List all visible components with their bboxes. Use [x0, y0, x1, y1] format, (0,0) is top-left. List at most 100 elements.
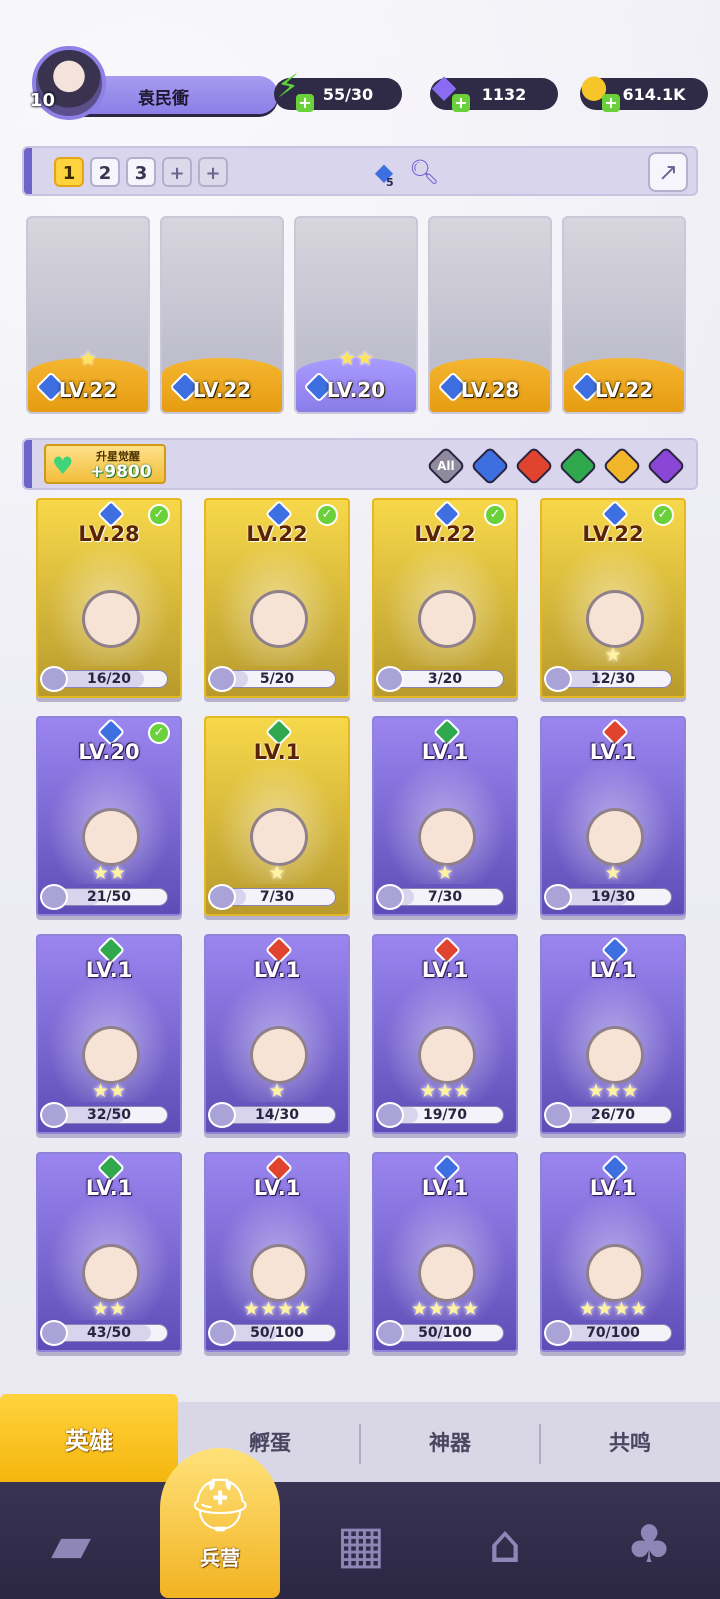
nav-barracks-label: 兵营	[200, 1546, 240, 1570]
tab-heroes[interactable]: 英雄	[0, 1394, 178, 1482]
tab-resonance[interactable]: 共鸣	[540, 1402, 720, 1482]
team-add-button[interactable]: +	[162, 157, 192, 187]
hero-card[interactable]: ✓ LV.22 5/20	[204, 498, 350, 698]
star-rating: ★★★	[587, 1080, 639, 1102]
hero-card[interactable]: LV.1 ★★★ 26/70	[540, 934, 686, 1134]
nav-barracks[interactable]: ⛑ 兵营	[160, 1448, 280, 1598]
nav-shop[interactable]: ♣	[604, 1500, 694, 1590]
player-profile[interactable]: 袁民衝 10	[26, 46, 278, 120]
hero-card[interactable]: ✓ LV.20 ★★ 21/50	[36, 716, 182, 916]
energy-counter[interactable]: ⚡ + 55/30	[274, 67, 402, 112]
hero-card[interactable]: LV.1 ★ 7/30	[372, 716, 518, 916]
star-rating: ★★★★	[578, 1298, 648, 1320]
hero-shard-icon	[544, 884, 572, 910]
awaken-value: +9800	[90, 462, 152, 482]
hero-level: LV.22	[58, 378, 118, 402]
hero-level: LV.22	[594, 378, 654, 402]
hero-shard-icon	[376, 1320, 404, 1346]
hero-portrait	[172, 228, 272, 364]
nav-map[interactable]: ▦	[316, 1500, 406, 1590]
shard-count: 7/30	[427, 889, 463, 905]
hero-level: LV.1	[421, 1176, 469, 1200]
hero-portrait	[82, 808, 140, 866]
hero-level: LV.1	[253, 958, 301, 982]
hero-level: LV.22	[246, 522, 308, 546]
coin-counter[interactable]: ● + 614.1K	[580, 67, 708, 112]
team-slot[interactable]: ★★ LV.20	[294, 216, 418, 414]
hero-portrait	[418, 1026, 476, 1084]
team-tab-3[interactable]: 3	[126, 157, 156, 187]
hero-card[interactable]: ✓ LV.28 16/20	[36, 498, 182, 698]
hero-level: LV.1	[589, 740, 637, 764]
hero-card[interactable]: LV.1 ★ 14/30	[204, 934, 350, 1134]
filter-bar: ♥ 升星觉醒 +9800 All	[22, 438, 698, 490]
filter-light-icon[interactable]	[602, 446, 642, 486]
energy-add-icon[interactable]: +	[296, 94, 314, 112]
shard-count: 14/30	[254, 1107, 300, 1123]
filter-fire-icon[interactable]	[514, 446, 554, 486]
hero-card[interactable]: LV.1 ★★★ 19/70	[372, 934, 518, 1134]
hero-shard-icon	[40, 1102, 68, 1128]
hero-card[interactable]: LV.1 ★★ 43/50	[36, 1152, 182, 1352]
hero-shard-icon	[40, 1320, 68, 1346]
nav-cards[interactable]: ▰	[26, 1500, 116, 1590]
hero-shard-icon	[376, 884, 404, 910]
hero-card[interactable]: LV.1 ★ 19/30	[540, 716, 686, 916]
team-tab-2[interactable]: 2	[90, 157, 120, 187]
element-count-badge: 5	[386, 176, 394, 189]
hero-portrait	[82, 1026, 140, 1084]
team-slot[interactable]: ★ LV.22	[26, 216, 150, 414]
awaken-button[interactable]: ♥ 升星觉醒 +9800	[44, 444, 166, 484]
mushroom-icon: ♣	[625, 1515, 673, 1575]
top-status-bar: 袁民衝 10 ⚡ + 55/30 ◆ + 1132 ● + 614.1K	[0, 40, 720, 120]
heart-icon: ♥	[52, 452, 74, 480]
hero-shard-icon	[208, 1320, 236, 1346]
team-bar: 1 2 3 + + ◆ 5 🔍︎ ↗	[22, 146, 698, 196]
star-rating: ★	[604, 862, 622, 884]
player-level: 10	[30, 90, 56, 111]
hero-shard-icon	[544, 1102, 572, 1128]
hero-level: LV.1	[589, 958, 637, 982]
hero-level: LV.1	[85, 958, 133, 982]
coin-add-icon[interactable]: +	[602, 94, 620, 112]
hero-shard-icon	[376, 666, 404, 692]
team-slot[interactable]: LV.28	[428, 216, 552, 414]
shard-count: 50/100	[418, 1325, 472, 1341]
hero-card[interactable]: ✓ LV.22 ★ 12/30	[540, 498, 686, 698]
hero-grid: ✓ LV.28 16/20 ✓ LV.22 5/20 ✓ LV.22 3/20 ✓ LV.22 ★ 12…	[36, 498, 690, 1368]
hero-portrait	[418, 1244, 476, 1302]
team-slot[interactable]: LV.22	[160, 216, 284, 414]
share-icon[interactable]: ↗	[648, 152, 688, 192]
team-slot[interactable]: LV.22	[562, 216, 686, 414]
filter-water-icon[interactable]	[470, 446, 510, 486]
search-icon[interactable]: 🔍︎	[408, 156, 440, 188]
hero-card[interactable]: LV.1 ★★ 32/50	[36, 934, 182, 1134]
filter-dark-icon[interactable]	[646, 446, 686, 486]
hero-portrait	[418, 808, 476, 866]
gem-counter[interactable]: ◆ + 1132	[430, 67, 558, 112]
gem-add-icon[interactable]: +	[452, 94, 470, 112]
star-rating: ★	[268, 862, 286, 884]
tab-artifact[interactable]: 神器	[360, 1402, 540, 1482]
hero-level: LV.1	[421, 740, 469, 764]
hero-card[interactable]: ✓ LV.22 3/20	[372, 498, 518, 698]
nav-castle[interactable]: ⌂	[460, 1500, 550, 1590]
hero-level: LV.20	[326, 378, 386, 402]
filter-label: All	[437, 458, 455, 473]
hero-level: LV.28	[78, 522, 140, 546]
filter-wind-icon[interactable]	[558, 446, 598, 486]
hero-card[interactable]: LV.1 ★ 7/30	[204, 716, 350, 916]
star-rating: ★★	[91, 1298, 127, 1320]
hero-card[interactable]: LV.1 ★★★★ 70/100	[540, 1152, 686, 1352]
star-rating: ★	[436, 862, 454, 884]
star-rating: ★★★★	[410, 1298, 480, 1320]
hero-card[interactable]: LV.1 ★★★★ 50/100	[372, 1152, 518, 1352]
hero-portrait	[586, 590, 644, 648]
hero-card[interactable]: LV.1 ★★★★ 50/100	[204, 1152, 350, 1352]
team-add-button[interactable]: +	[198, 157, 228, 187]
hero-level: LV.1	[253, 1176, 301, 1200]
filter-all-icon[interactable]: All	[426, 446, 466, 486]
team-tab-1[interactable]: 1	[54, 157, 84, 187]
hero-level: LV.1	[589, 1176, 637, 1200]
hero-portrait	[38, 228, 138, 364]
